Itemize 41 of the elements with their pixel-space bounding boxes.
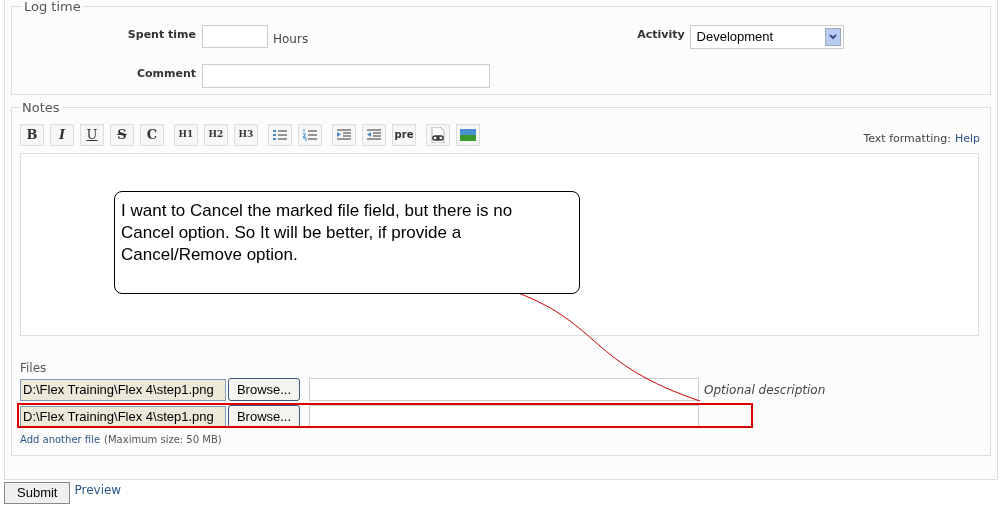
field-label: Comment (135, 65, 196, 82)
comment-field[interactable] (202, 63, 490, 88)
caret-icon (824, 27, 841, 46)
format-button[interactable]: H1 (174, 123, 198, 146)
description-field[interactable] (309, 378, 699, 401)
format-button[interactable]: H3 (234, 123, 258, 146)
browse-button[interactable]: Browse... (228, 378, 300, 401)
spent-time-field[interactable] (202, 24, 268, 48)
format-button[interactable]: C (140, 123, 164, 146)
file-path-field[interactable]: D:\Flex Training\Flex 4\step1.png (20, 378, 226, 401)
field-label: Activity (637, 26, 685, 43)
format-button[interactable]: U (80, 123, 104, 146)
description-field[interactable] (309, 405, 699, 428)
outdent-icon (367, 128, 381, 141)
bullet-list-icon (273, 128, 287, 141)
fieldset-legend: Log time (22, 0, 83, 17)
preview-link[interactable]: Preview (74, 481, 122, 499)
format-button[interactable]: H2 (204, 123, 228, 146)
files-label: Files (20, 359, 48, 377)
unit-label: Hours (273, 30, 309, 48)
link-icon (431, 126, 445, 143)
size-note: (Maximum size: 50 MB) (104, 432, 222, 447)
activity-dropdown[interactable]: Development (689, 24, 844, 49)
formatting-label: Text formatting: (863, 131, 951, 148)
format-button[interactable]: pre (392, 123, 416, 146)
description-hint: Optional description (704, 381, 826, 399)
fieldset-legend: Notes (20, 98, 62, 118)
format-button[interactable]: S (110, 123, 134, 146)
toolbar-button[interactable] (426, 123, 450, 146)
add-file-link[interactable]: Add another file (20, 431, 101, 447)
format-button[interactable]: B (20, 123, 44, 146)
help-link[interactable]: Help (954, 131, 980, 148)
format-button[interactable]: I (50, 123, 74, 146)
callout-note: I want to Cancel the marked file field, but there is no Cancel option. So It will be better, if provide a Cancel/Remove option. (114, 191, 580, 294)
file-path-field[interactable]: D:\Flex Training\Flex 4\step1.png (20, 405, 226, 428)
numbered-list-icon (303, 128, 317, 141)
submit-button[interactable]: Submit (4, 482, 71, 504)
indent-icon (337, 128, 351, 141)
field-label: Spent time (126, 26, 196, 43)
browse-button[interactable]: Browse... (228, 405, 300, 428)
image-icon (460, 128, 476, 141)
